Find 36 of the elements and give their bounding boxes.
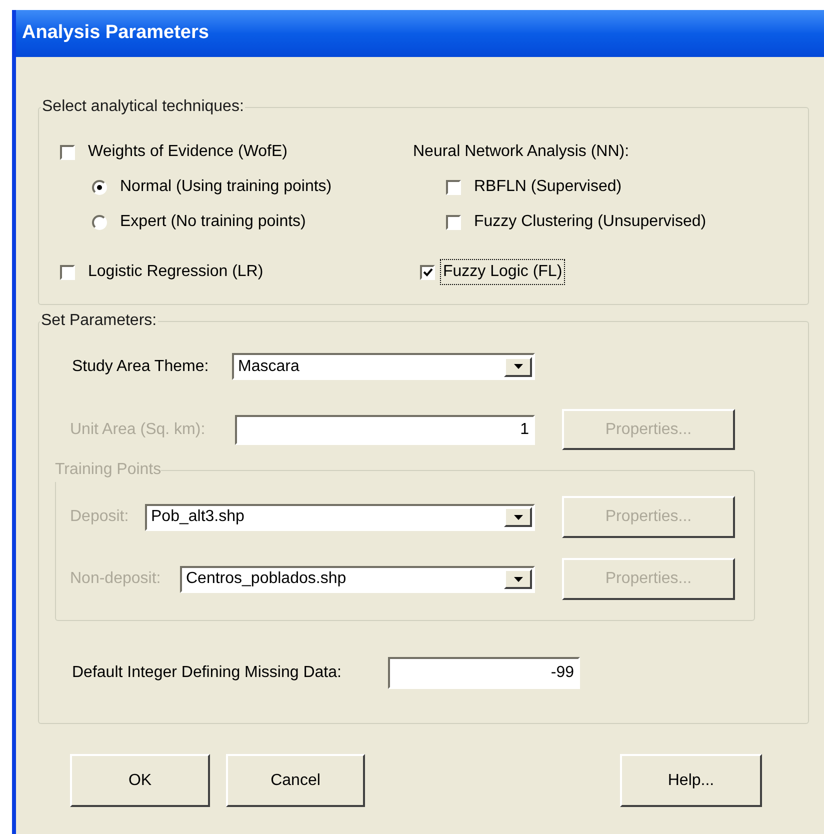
radio-label: Expert (No training points): [120, 212, 306, 232]
cancel-button[interactable]: Cancel: [226, 754, 365, 807]
checkbox[interactable]: [446, 214, 461, 230]
group-label: Set Parameters:: [40, 311, 158, 331]
caret-icon[interactable]: [504, 507, 532, 527]
checkbox[interactable]: [446, 180, 461, 194]
checkbox-label: Logistic Regression (LR): [88, 262, 264, 282]
ok-button[interactable]: OK: [70, 754, 210, 807]
checkbox[interactable]: [60, 264, 75, 280]
checkbox-label: RBFLN (Supervised): [474, 177, 622, 197]
properties-button: Properties...: [562, 496, 735, 538]
radio-button[interactable]: [92, 214, 107, 230]
properties-button: Properties...: [562, 409, 735, 450]
checkbox-label: Fuzzy Logic (FL): [441, 260, 564, 284]
caret-icon[interactable]: [504, 569, 532, 589]
group-label: Training Points: [55, 460, 162, 480]
checkbox[interactable]: [420, 264, 435, 280]
properties-button: Properties...: [562, 558, 735, 600]
field-label: Non-deposit:: [70, 569, 162, 589]
help-button[interactable]: Help...: [620, 754, 762, 807]
field-label: Deposit:: [70, 507, 130, 527]
radio-label: Normal (Using training points): [120, 177, 332, 197]
window-title: Analysis Parameters: [22, 21, 209, 46]
radio-button[interactable]: [92, 180, 107, 194]
field-label: Study Area Theme:: [72, 356, 210, 376]
group-label: Select analytical techniques:: [41, 97, 245, 117]
field-label: Unit Area (Sq. km):: [70, 420, 206, 440]
field-label: Default Integer Defining Missing Data:: [72, 663, 342, 683]
section-label: Neural Network Analysis (NN):: [413, 142, 630, 162]
checkbox-label: Weights of Evidence (WofE): [88, 142, 288, 162]
check-icon: [422, 267, 432, 277]
checkbox[interactable]: [60, 144, 75, 160]
study-area-dropdown[interactable]: Mascara: [232, 353, 535, 380]
checkbox-label: Fuzzy Clustering (Unsupervised): [474, 212, 706, 232]
input-field[interactable]: -99: [388, 657, 580, 689]
caret-icon[interactable]: [504, 356, 532, 376]
